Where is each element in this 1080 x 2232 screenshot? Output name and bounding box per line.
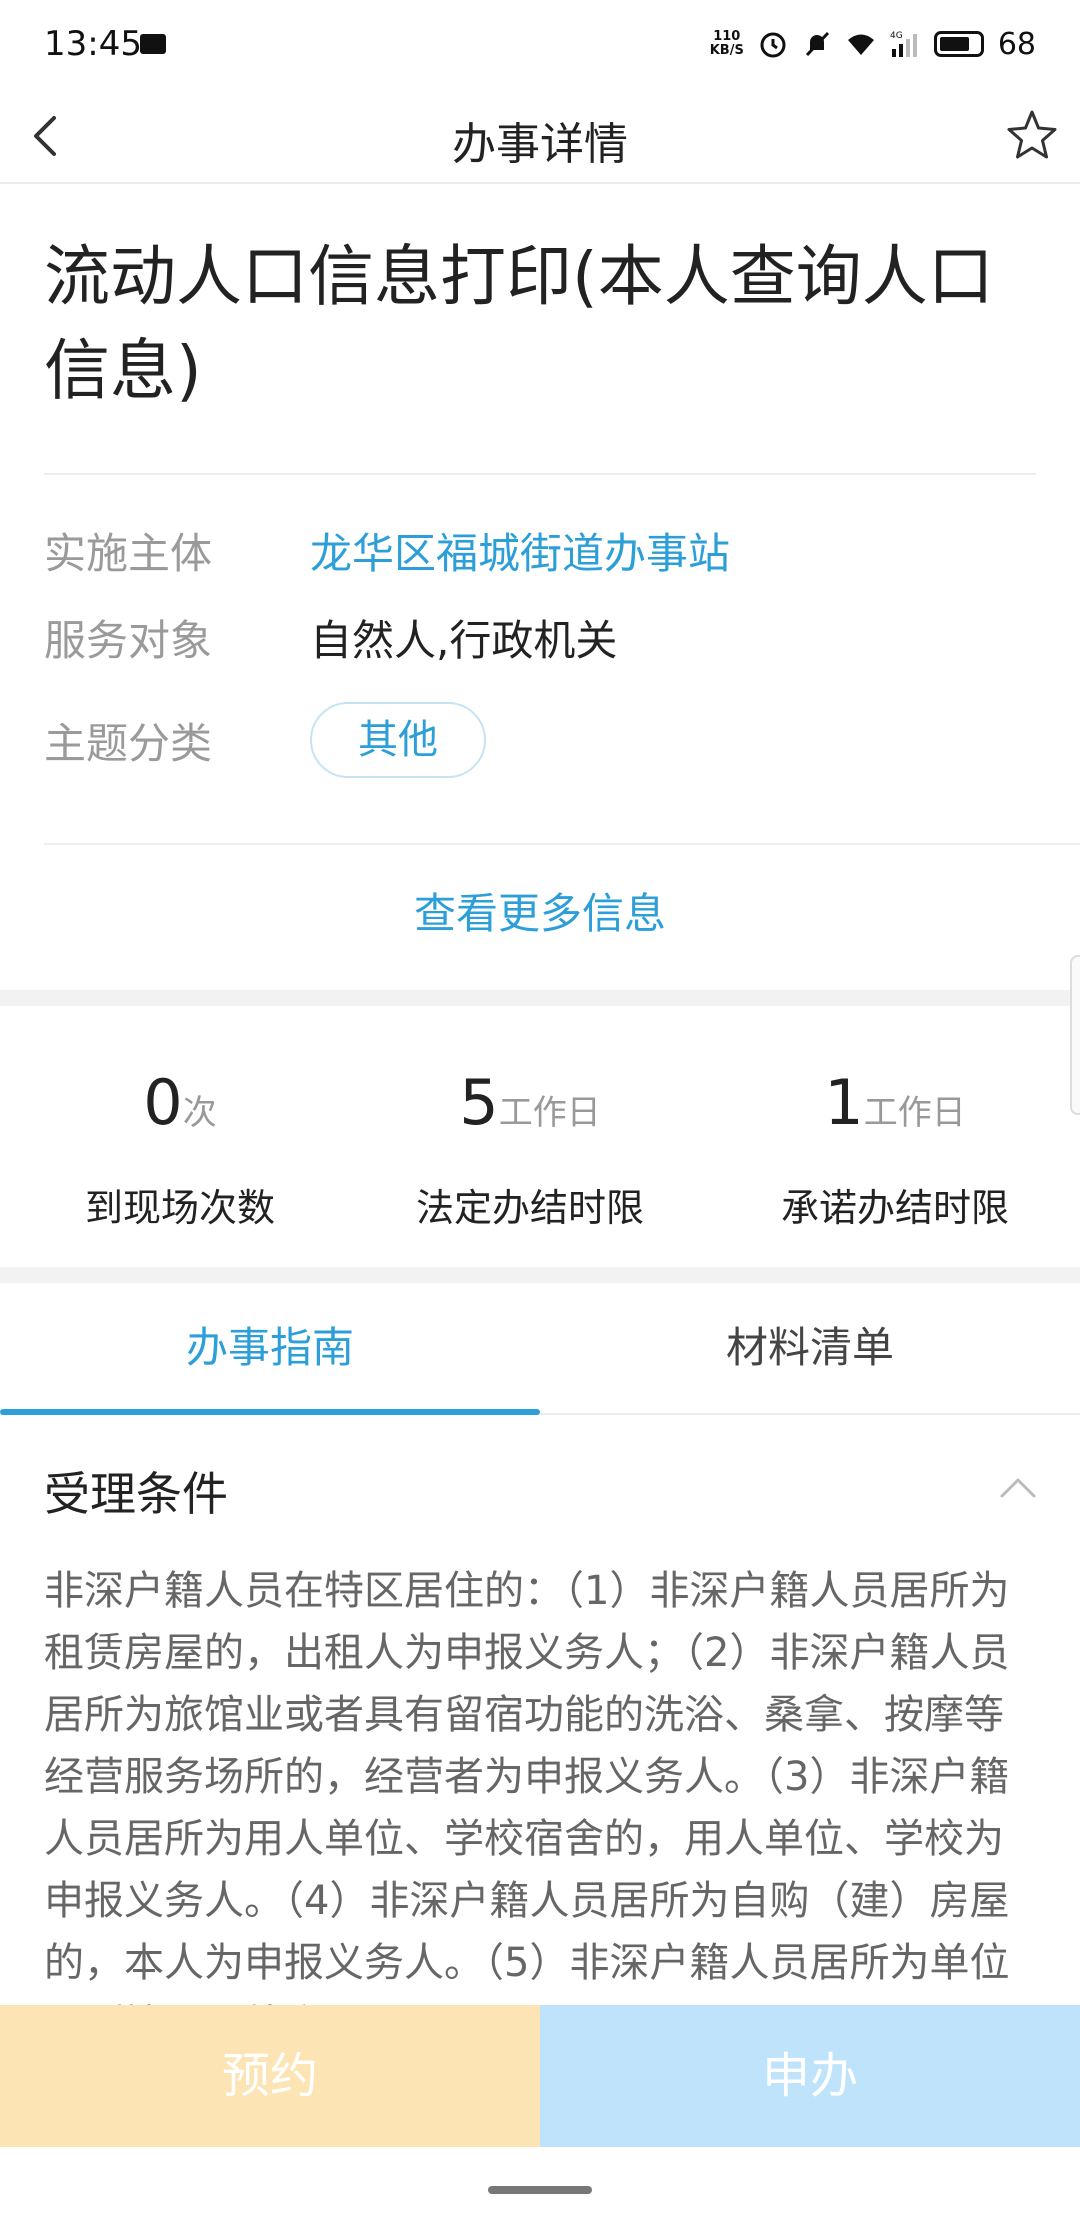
processing-stats: 0次 到现场次数 5工作日 法定办结时限 1工作日 承诺办结时限 <box>0 1005 1080 1267</box>
theme-tag[interactable]: 其他 <box>310 702 486 778</box>
status-bar: 13:45 110 KB/S 4G 68 <box>0 0 1080 88</box>
net-speed-value: 110 <box>713 29 741 44</box>
alarm-icon <box>760 32 786 58</box>
tab-service-guide[interactable]: 办事指南 <box>0 1283 540 1413</box>
stat-label: 到现场次数 <box>84 1186 275 1230</box>
info-row-service-target: 服务对象 自然人,行政机关 <box>44 607 617 667</box>
favorite-star-icon[interactable] <box>998 102 1066 170</box>
bottom-action-bar: 预约 申办 <box>0 2005 1080 2147</box>
stat-value: 0次 <box>143 1063 216 1153</box>
stat-value: 5工作日 <box>459 1063 600 1153</box>
tab-materials-list[interactable]: 材料清单 <box>540 1283 1080 1413</box>
stat-label: 法定办结时限 <box>415 1186 644 1230</box>
stat-onsite-visits: 0次 到现场次数 <box>0 1005 360 1232</box>
status-icons: 110 KB/S 4G 68 <box>710 22 1036 66</box>
implementer-label: 实施主体 <box>44 528 213 578</box>
info-row-implementer: 实施主体 龙华区福城街道办事站 <box>44 520 730 580</box>
section-title: 受理条件 <box>44 1467 228 1521</box>
apply-button[interactable]: 申办 <box>540 2005 1080 2147</box>
divider <box>44 473 1036 475</box>
item-title: 流动人口信息打印(本人查询人口信息) <box>44 238 994 409</box>
network-type-label: 4G <box>890 31 903 41</box>
net-speed-unit: KB/S <box>709 43 744 58</box>
page-title: 办事详情 <box>452 119 628 170</box>
service-detail-page: 13:45 110 KB/S 4G 68 办事详情 流动人口信息打印(本人查询人… <box>0 0 1080 2232</box>
status-time: 13:45 <box>44 24 142 64</box>
stat-value: 1工作日 <box>824 1063 965 1153</box>
nav-bar: 办事详情 <box>0 88 1080 184</box>
theme-label: 主题分类 <box>44 718 213 768</box>
stat-promised-time-limit: 1工作日 承诺办结时限 <box>715 1005 1075 1232</box>
stat-number: 5 <box>459 1066 499 1139</box>
mute-icon <box>805 31 829 57</box>
stat-unit: 工作日 <box>863 1093 966 1133</box>
implementer-link[interactable]: 龙华区福城街道办事站 <box>310 520 730 581</box>
home-gesture-bar[interactable] <box>488 2186 592 2194</box>
reserve-button[interactable]: 预约 <box>0 2005 540 2147</box>
section-gap <box>0 990 1080 1006</box>
signal-4g-icon: 4G <box>890 31 917 57</box>
info-row-theme: 主题分类 其他 <box>44 702 486 778</box>
section-body-text: 非深户籍人员在特区居住的：（1）非深户籍人员居所为租赁房屋的，出租人为申报义务人… <box>44 1568 1010 2048</box>
divider <box>44 843 1080 845</box>
stat-legal-time-limit: 5工作日 法定办结时限 <box>350 1005 710 1232</box>
battery-icon <box>933 31 984 57</box>
section-gap <box>0 1267 1080 1283</box>
battery-level: 68 <box>997 26 1036 62</box>
detail-tabs: 办事指南 材料清单 <box>0 1283 1080 1415</box>
wifi-icon <box>847 34 874 55</box>
service-target-value: 自然人,行政机关 <box>310 615 618 665</box>
stat-label: 承诺办结时限 <box>780 1186 1009 1230</box>
collapse-chevron-up-icon[interactable] <box>996 1470 1040 1506</box>
net-speed: 110 KB/S <box>710 30 744 58</box>
message-notification-icon <box>140 34 166 54</box>
stat-unit: 工作日 <box>498 1093 601 1133</box>
stat-number: 0 <box>143 1066 183 1139</box>
stat-unit: 次 <box>182 1093 217 1133</box>
service-target-label: 服务对象 <box>44 615 213 665</box>
stat-number: 1 <box>824 1066 864 1139</box>
view-more-info-link[interactable]: 查看更多信息 <box>0 880 1080 941</box>
active-tab-indicator <box>0 1409 540 1415</box>
